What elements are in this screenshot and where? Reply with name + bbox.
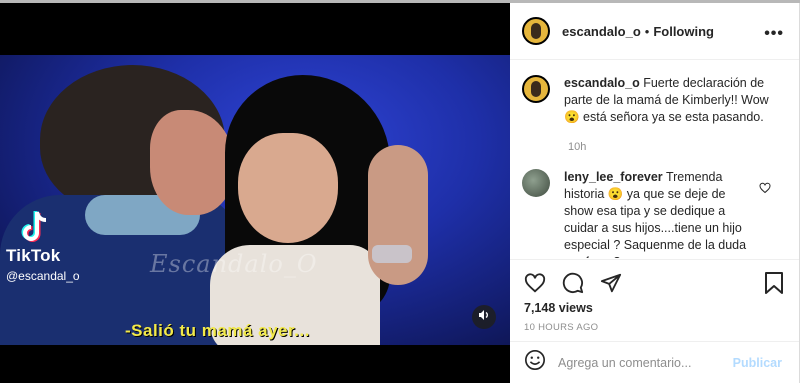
- tiktok-brand-label: TikTok: [6, 246, 61, 265]
- video-frame[interactable]: TikTok @escandal_o Escandalo_O -Salió tu…: [0, 55, 510, 345]
- comments-list[interactable]: escandalo_o Fuerte declaración de parte …: [510, 61, 800, 258]
- post-author-username[interactable]: escandalo_o: [562, 24, 641, 39]
- list-item: leny_lee_forever Tremenda historia 😮 ya …: [522, 169, 792, 258]
- share-icon[interactable]: [600, 272, 622, 299]
- more-icon[interactable]: •••: [764, 25, 784, 43]
- post-comment-button[interactable]: Publicar: [733, 356, 782, 370]
- sound-icon: [478, 308, 490, 326]
- comment-text-block: leny_lee_forever Tremenda historia 😮 ya …: [564, 169, 754, 258]
- tiktok-overlay: TikTok @escandal_o: [6, 210, 80, 283]
- avatar[interactable]: [522, 17, 550, 45]
- comment-input[interactable]: [558, 355, 718, 370]
- video-figure: [368, 145, 428, 285]
- video-watermark: Escandalo_O: [150, 250, 318, 278]
- view-count[interactable]: 7,148 views: [524, 301, 593, 315]
- post-actions: 7,148 views 10 HOURS AGO: [510, 259, 800, 339]
- video-figure: [372, 245, 412, 263]
- following-button[interactable]: Following: [653, 24, 714, 39]
- emoji-icon[interactable]: [524, 349, 546, 376]
- avatar[interactable]: [522, 169, 550, 197]
- action-icons: [524, 272, 622, 299]
- caption-text-block: escandalo_o Fuerte declaración de parte …: [564, 75, 769, 126]
- instagram-post-modal: TikTok @escandal_o Escandalo_O -Salió tu…: [0, 0, 800, 383]
- tiktok-handle-label: @escandal_o: [6, 269, 80, 283]
- video-figure: [238, 133, 338, 243]
- post-side-panel: escandalo_o • Following ••• escandalo_o …: [510, 3, 800, 383]
- comment-username[interactable]: leny_lee_forever: [564, 170, 663, 184]
- caption-username[interactable]: escandalo_o: [564, 76, 640, 90]
- heart-icon[interactable]: [524, 272, 546, 299]
- sound-toggle-button[interactable]: [472, 305, 496, 329]
- caption-timestamp[interactable]: 10h: [568, 141, 586, 153]
- tiktok-icon: [20, 210, 50, 244]
- comment-icon[interactable]: [562, 272, 584, 299]
- bookmark-icon[interactable]: [764, 272, 784, 299]
- post-header: escandalo_o • Following •••: [510, 3, 800, 60]
- comment-like-heart-icon[interactable]: [759, 181, 771, 199]
- video-subtitle: -Salió tu mamá ayer...: [125, 321, 310, 340]
- caption: escandalo_o Fuerte declaración de parte …: [522, 75, 792, 126]
- add-comment-bar: Publicar: [510, 341, 800, 383]
- separator-dot: •: [644, 23, 650, 39]
- avatar[interactable]: [522, 75, 550, 103]
- post-media[interactable]: TikTok @escandal_o Escandalo_O -Salió tu…: [0, 3, 510, 383]
- post-timestamp[interactable]: 10 HOURS AGO: [524, 322, 598, 333]
